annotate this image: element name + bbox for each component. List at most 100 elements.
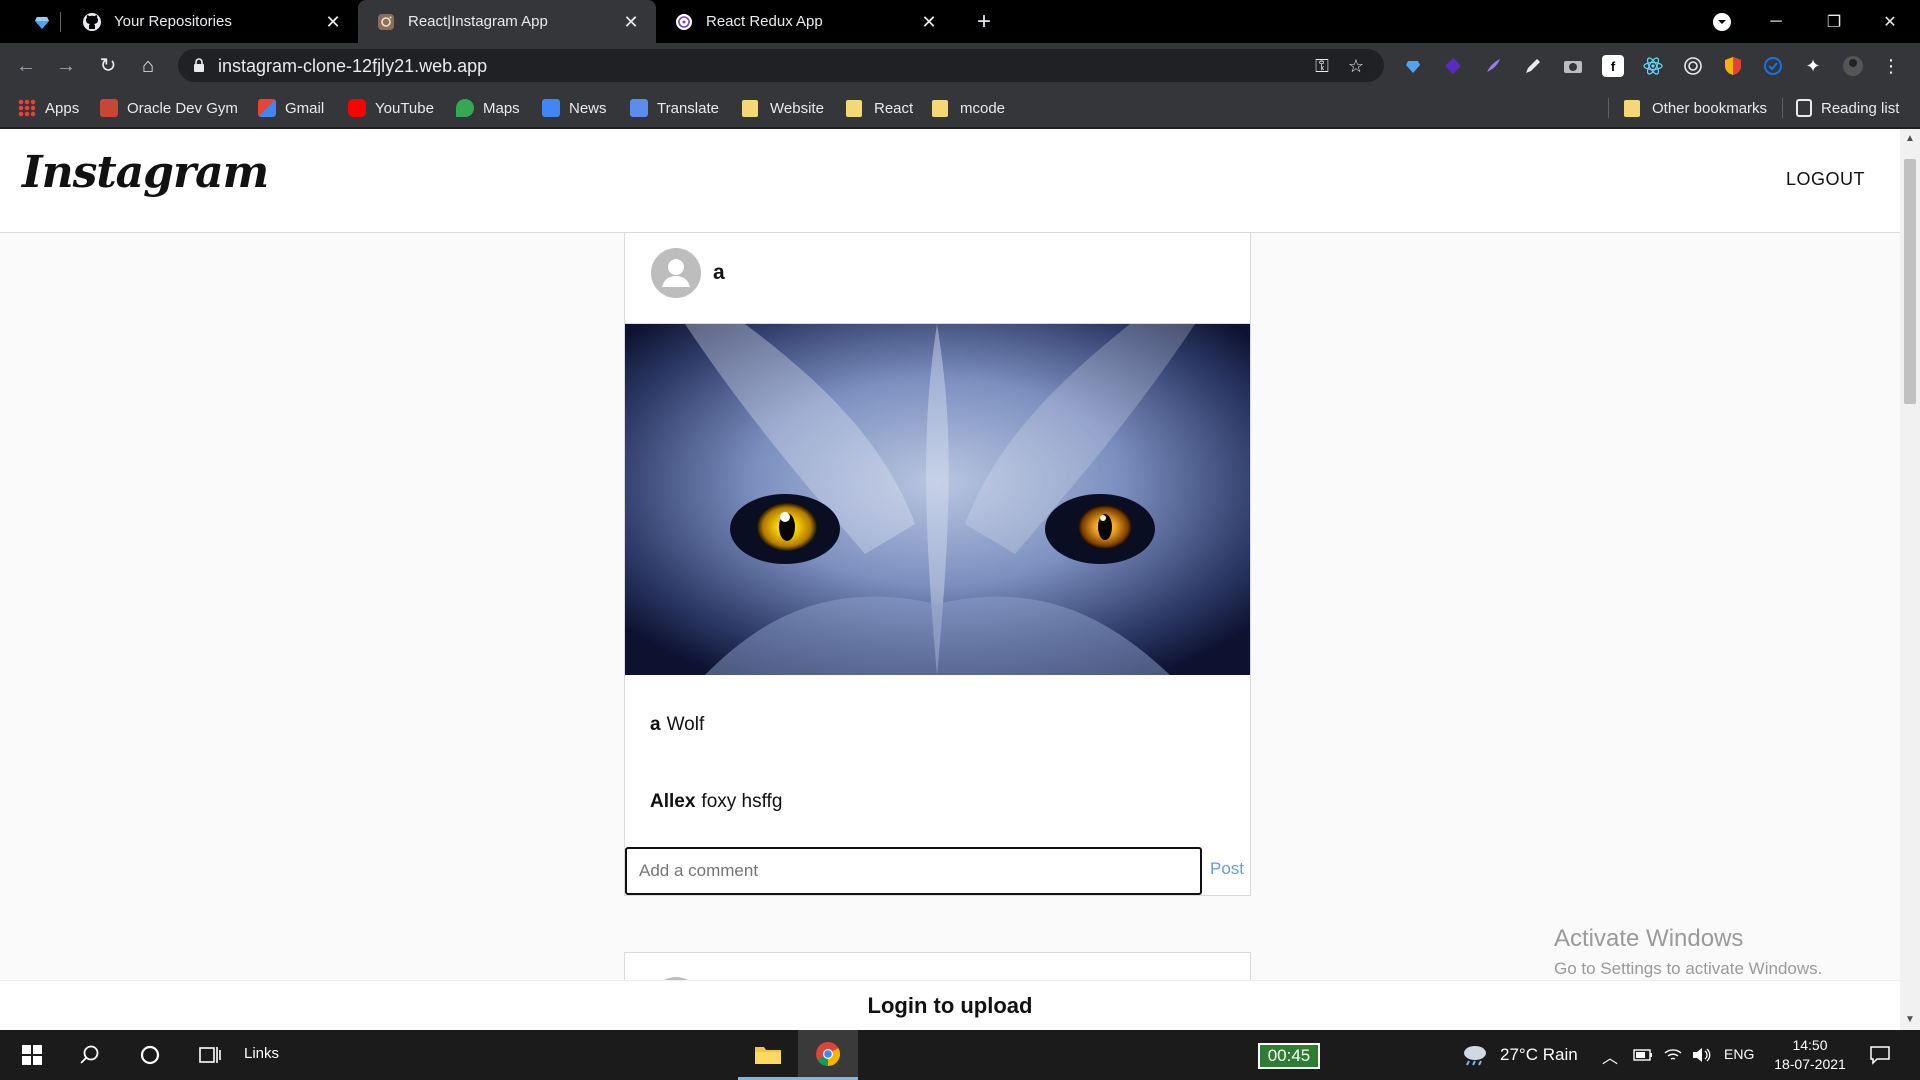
timer-widget[interactable]: 00:45 <box>1258 1043 1320 1069</box>
weather-rain-icon[interactable] <box>1458 1030 1492 1080</box>
notification-center-icon[interactable] <box>1852 1030 1908 1080</box>
bookmark-label: Gmail <box>285 99 325 117</box>
blue-circle-extension-icon[interactable] <box>1762 55 1784 77</box>
shield-extension-icon[interactable] <box>1722 55 1744 77</box>
scroll-up-icon[interactable]: ▲ <box>1904 133 1916 145</box>
logout-button[interactable]: LOGOUT <box>1786 169 1865 190</box>
oracle-icon <box>100 99 118 117</box>
diamond-extension-icon[interactable] <box>1402 55 1424 77</box>
star-bookmark-icon[interactable]: ☆ <box>1344 54 1368 78</box>
page-viewport: Instagram LOGOUT a a Wolf Allex foxy hsf… <box>0 129 1900 1030</box>
key-icon[interactable]: ⚿ <box>1310 54 1334 78</box>
search-icon[interactable] <box>62 1030 118 1080</box>
bookmark-folder-mcode[interactable]: mcode <box>932 97 1005 119</box>
comment-form: Post <box>625 847 1250 895</box>
bookmark-folder-website[interactable]: Website <box>742 97 824 119</box>
post-header: a <box>625 233 1250 324</box>
back-arrow-icon[interactable]: ← <box>12 52 40 80</box>
bookmark-label: Maps <box>483 99 520 117</box>
comment-input[interactable] <box>625 847 1202 895</box>
close-icon[interactable]: ✕ <box>918 11 940 33</box>
tab-pinned[interactable] <box>16 0 56 43</box>
caption-text: Wolf <box>666 714 705 735</box>
folder-icon <box>742 99 758 117</box>
home-icon[interactable]: ⌂ <box>134 52 162 80</box>
close-icon[interactable]: ✕ <box>620 11 642 33</box>
post-comment-button[interactable]: Post <box>1210 859 1244 879</box>
tab-react-redux-app[interactable]: React Redux App ✕ <box>656 0 954 43</box>
bookmark-maps[interactable]: Maps <box>456 97 520 119</box>
system-clock[interactable]: 14:50 18-07-2021 <box>1770 1036 1850 1074</box>
post-username[interactable]: a <box>713 261 725 285</box>
feather-extension-icon[interactable] <box>1482 55 1504 77</box>
bookmark-label: Other bookmarks <box>1652 99 1768 117</box>
page-scrollbar[interactable]: ▲ ▼ <box>1900 129 1920 1030</box>
task-view-icon[interactable] <box>182 1030 238 1080</box>
react-devtools-icon[interactable] <box>1642 55 1664 77</box>
camera-extension-icon[interactable] <box>1562 55 1584 77</box>
watermark-title: Activate Windows <box>1554 925 1744 952</box>
tab-title: React Redux App <box>706 13 823 30</box>
bookmark-news[interactable]: News <box>542 97 607 119</box>
watermark-subtitle: Go to Settings to activate Windows. <box>1554 959 1823 978</box>
scrollbar-thumb[interactable] <box>1904 159 1916 404</box>
bookmark-folder-react[interactable]: React <box>846 97 913 119</box>
bookmark-apps[interactable]: Apps <box>18 97 79 119</box>
bookmark-reading-list[interactable]: Reading list <box>1796 97 1899 119</box>
minimize-icon[interactable]: ─ <box>1752 0 1800 43</box>
speaker-volume-icon[interactable] <box>1686 1030 1716 1080</box>
bookmark-gmail[interactable]: Gmail <box>258 97 324 119</box>
chrome-icon[interactable] <box>798 1030 858 1080</box>
bookmark-separator <box>1608 98 1609 118</box>
bookmark-label: mcode <box>960 99 1006 117</box>
reload-icon[interactable]: ↻ <box>94 52 122 80</box>
post-image-wolf <box>625 324 1250 675</box>
bookmarks-bar: Apps Oracle Dev Gym Gmail YouTube Maps N… <box>0 88 1920 128</box>
close-icon[interactable]: ✕ <box>322 11 344 33</box>
cortana-icon[interactable] <box>122 1030 178 1080</box>
scroll-down-icon[interactable]: ▼ <box>1904 1014 1916 1026</box>
new-tab-plus-icon[interactable]: + <box>970 8 998 36</box>
chevron-up-icon[interactable]: ︿ <box>1602 1044 1618 1068</box>
bookmark-other-bookmarks[interactable]: Other bookmarks <box>1624 97 1767 119</box>
tab-title: Your Repositories <box>114 13 232 30</box>
window-close-icon[interactable]: ✕ <box>1866 0 1914 43</box>
bookmark-translate[interactable]: Translate <box>630 97 719 119</box>
wifi-icon[interactable] <box>1658 1030 1688 1080</box>
puzzle-extensions-icon[interactable]: ✦ <box>1802 55 1824 77</box>
bookmark-separator <box>1782 98 1783 118</box>
input-language[interactable]: ENG <box>1724 1046 1754 1062</box>
links-toolbar-label[interactable]: Links <box>244 1045 279 1062</box>
kebab-menu-icon[interactable]: ⋮ <box>1880 55 1902 77</box>
bookmark-oracle-dev-gym[interactable]: Oracle Dev Gym <box>100 97 238 119</box>
purple-extension-icon[interactable] <box>1442 55 1464 77</box>
windows-start-icon[interactable] <box>4 1030 60 1080</box>
caption-username[interactable]: a <box>650 714 661 735</box>
profile-avatar-icon[interactable] <box>1842 55 1864 77</box>
redux-icon <box>674 12 694 32</box>
tab-your-repositories[interactable]: Your Repositories ✕ <box>64 0 358 43</box>
comment-username[interactable]: Allex <box>650 791 695 812</box>
bookmark-youtube[interactable]: YouTube <box>348 97 434 119</box>
battery-icon[interactable] <box>1628 1030 1658 1080</box>
maps-pin-icon <box>456 99 474 117</box>
tab-react-instagram-app[interactable]: React|Instagram App ✕ <box>358 0 656 43</box>
bookmark-label: Oracle Dev Gym <box>127 99 238 117</box>
news-icon <box>542 99 560 117</box>
activate-windows-watermark: Activate Windows Go to Settings to activ… <box>1554 925 1822 979</box>
youtube-icon <box>348 99 366 117</box>
profile-dropdown-icon[interactable] <box>1698 0 1746 43</box>
bookmark-label: Apps <box>45 99 80 117</box>
target-extension-icon[interactable] <box>1682 55 1704 77</box>
folder-icon <box>846 99 862 117</box>
weather-text[interactable]: 27°C Rain <box>1500 1045 1578 1065</box>
address-bar[interactable]: instagram-clone-12fjly21.web.app ⚿ ☆ <box>178 49 1384 82</box>
forward-arrow-icon[interactable]: → <box>52 52 80 80</box>
pen-extension-icon[interactable] <box>1522 55 1544 77</box>
bookmark-label: Website <box>770 99 824 117</box>
post-caption: a Wolf <box>650 714 704 736</box>
f-extension-icon[interactable]: f <box>1602 55 1624 77</box>
diamond-icon <box>34 12 50 32</box>
file-explorer-icon[interactable] <box>738 1030 798 1080</box>
restore-icon[interactable]: ❐ <box>1810 0 1858 43</box>
